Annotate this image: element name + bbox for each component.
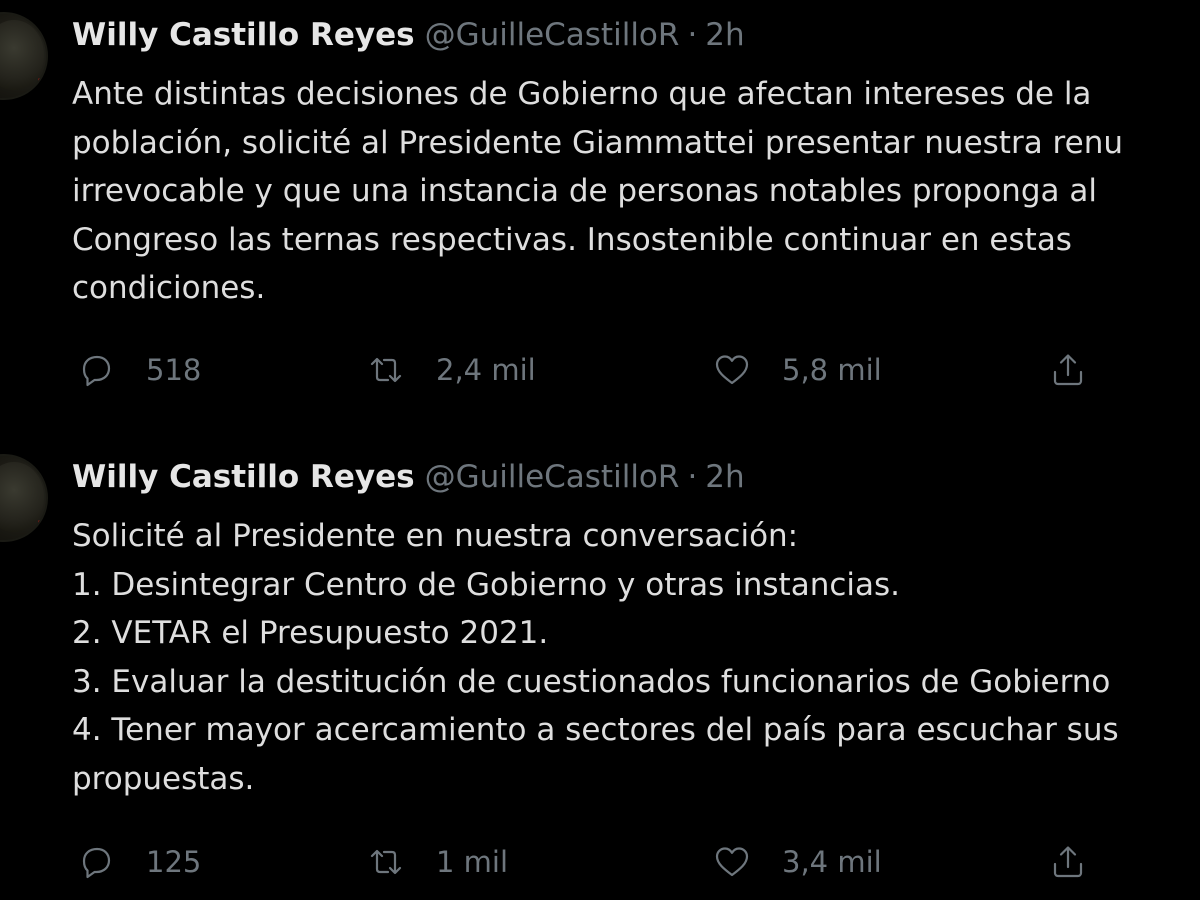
retweet-icon (370, 849, 402, 875)
avatar[interactable] (0, 12, 48, 100)
reply-button[interactable]: 518 (76, 350, 201, 390)
avatar[interactable] (0, 454, 48, 542)
reply-count: 125 (146, 845, 202, 879)
retweet-count: 1 mil (436, 845, 509, 879)
author-handle[interactable]: @GuilleCastilloR (425, 459, 680, 495)
retweet-icon (370, 357, 402, 383)
author-name[interactable]: Willy Castillo Reyes (72, 459, 415, 495)
share-icon (1053, 846, 1083, 878)
share-icon (1053, 354, 1083, 386)
avatar-detail (38, 520, 44, 530)
reply-icon (82, 847, 111, 879)
like-count: 5,8 mil (782, 353, 882, 387)
reply-icon (82, 355, 111, 387)
header-separator: · (687, 17, 698, 53)
author-handle[interactable]: @GuilleCastilloR (425, 17, 680, 53)
retweet-count: 2,4 mil (436, 353, 536, 387)
tweet-actions: 125 1 mil 3,4 mil (76, 842, 1200, 882)
tweet-timestamp[interactable]: 2h (705, 459, 744, 495)
reply-count: 518 (146, 353, 202, 387)
reply-button[interactable]: 125 (76, 842, 201, 882)
heart-icon (715, 847, 749, 877)
tweet-text: Solicité al Presidente en nuestra conver… (72, 518, 1119, 797)
share-button[interactable] (1048, 350, 1088, 390)
header-separator: · (687, 459, 698, 495)
like-button[interactable]: 5,8 mil (712, 350, 882, 390)
like-count: 3,4 mil (782, 845, 882, 879)
author-name[interactable]: Willy Castillo Reyes (72, 17, 415, 53)
retweet-button[interactable]: 1 mil (366, 842, 508, 882)
heart-icon (715, 355, 749, 385)
like-button[interactable]: 3,4 mil (712, 842, 882, 882)
tweet-header: Willy Castillo Reyes @GuilleCastilloR · 2h (72, 12, 745, 58)
tweet-timestamp[interactable]: 2h (705, 17, 744, 53)
tweet-actions: 518 2,4 mil 5,8 mil (76, 350, 1200, 390)
tweet-text: Ante distintas decisiones de Gobierno qu… (72, 76, 1123, 306)
tweet-header: Willy Castillo Reyes @GuilleCastilloR · 2h (72, 454, 745, 500)
avatar-detail (38, 78, 44, 88)
share-button[interactable] (1048, 842, 1088, 882)
retweet-button[interactable]: 2,4 mil (366, 350, 536, 390)
